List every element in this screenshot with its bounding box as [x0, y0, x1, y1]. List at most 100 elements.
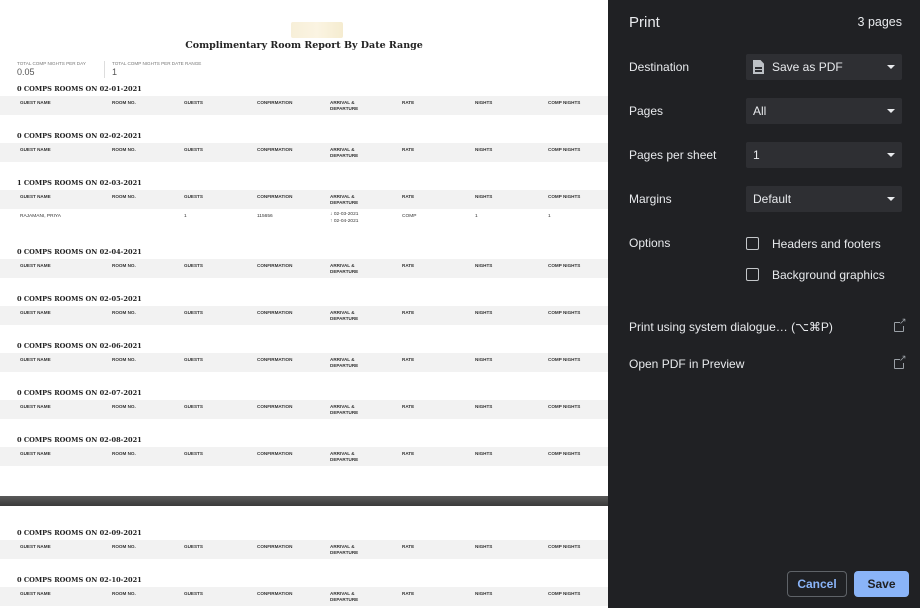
pages-per-sheet-select[interactable]: 1: [746, 142, 902, 168]
column-header: Nights: [475, 310, 493, 315]
print-preview-area: Complimentary Room Report By Date Range …: [0, 0, 608, 608]
column-header: Confirmation: [257, 263, 293, 268]
background-graphics-label: Background graphics: [772, 268, 885, 282]
column-header: Arrival & Departure: [330, 544, 359, 555]
section-title: 1 COMPS ROOMS ON 02-03-2021: [17, 179, 142, 187]
dropdown-caret-icon: [887, 65, 895, 69]
column-header: Confirmation: [257, 544, 293, 549]
column-header: Room No.: [112, 100, 136, 105]
column-header: Guests: [184, 404, 203, 409]
save-button[interactable]: Save: [854, 571, 909, 597]
column-header: Rate: [402, 100, 415, 105]
column-header: Room No.: [112, 544, 136, 549]
confirmation-cell: 115656: [257, 214, 273, 219]
comp-nights-cell: 1: [548, 214, 551, 219]
column-header: Guests: [184, 263, 203, 268]
nights-cell: 1: [475, 214, 478, 219]
pages-value: All: [753, 104, 767, 118]
column-header: Guest Name: [20, 100, 51, 105]
pages-select[interactable]: All: [746, 98, 902, 124]
column-header: Room No.: [112, 194, 136, 199]
column-header: Guests: [184, 194, 203, 199]
open-pdf-in-preview-link[interactable]: Open PDF in Preview: [629, 354, 907, 373]
column-header: Room No.: [112, 451, 136, 456]
section-title: 0 COMPS ROOMS ON 02-07-2021: [17, 389, 142, 397]
stat-comp-nights-per-range: Total Comp Nights Per Date Range 1: [112, 61, 202, 77]
column-header: Guest Name: [20, 263, 51, 268]
column-header: Rate: [402, 263, 415, 268]
page-count: 3 pages: [857, 15, 902, 29]
column-header: Guests: [184, 591, 203, 596]
column-header: Guest Name: [20, 147, 51, 152]
column-header: Rate: [402, 591, 415, 596]
column-header: Nights: [475, 591, 493, 596]
section-title: 0 COMPS ROOMS ON 02-10-2021: [17, 576, 142, 584]
arrival-departure-cell: ↓ 02-03-2021 ↑ 02-04-2021: [330, 211, 358, 225]
column-header: Guest Name: [20, 194, 51, 199]
column-header: Guests: [184, 147, 203, 152]
guests-cell: 1: [184, 214, 187, 219]
pages-per-sheet-label: Pages per sheet: [629, 148, 717, 162]
table-header-row: Guest Name Room No. Guests Confirmation Arri…: [0, 540, 608, 559]
destination-value: Save as PDF: [772, 60, 843, 74]
print-settings-panel: Print 3 pages Destination Save as PDF Pa…: [608, 0, 920, 608]
column-header: Room No.: [112, 591, 136, 596]
table-header-row: Guest Name Room No. Guests Confirmation Arri…: [0, 143, 608, 162]
section-title: 0 COMPS ROOMS ON 02-02-2021: [17, 132, 142, 140]
pages-label: Pages: [629, 104, 664, 118]
column-header: Confirmation: [257, 100, 293, 105]
system-dialog-link[interactable]: Print using system dialogue… (⌥⌘P): [629, 317, 907, 336]
rate-cell: COMP: [402, 214, 417, 219]
column-header: Guest Name: [20, 591, 51, 596]
column-header: Nights: [475, 357, 493, 362]
headers-footers-checkbox[interactable]: [746, 237, 759, 250]
stat-divider: [104, 61, 105, 78]
column-header: Rate: [402, 404, 415, 409]
cancel-button[interactable]: Cancel: [787, 571, 847, 597]
pages-per-sheet-value: 1: [753, 148, 760, 162]
guest-name-cell: RAJAMANI, PRIYA: [20, 214, 61, 219]
destination-label: Destination: [629, 60, 690, 74]
column-header: Comp Nights: [548, 263, 581, 268]
column-header: Guests: [184, 357, 203, 362]
column-header: Guest Name: [20, 310, 51, 315]
column-header: Rate: [402, 310, 415, 315]
headers-footers-label: Headers and footers: [772, 237, 881, 251]
column-header: Nights: [475, 404, 493, 409]
column-header: Guest Name: [20, 451, 51, 456]
column-header: Confirmation: [257, 591, 293, 596]
table-header-row: Guest Name Room No. Guests Confirmation Arri…: [0, 400, 608, 419]
background-graphics-option[interactable]: Background graphics: [746, 267, 896, 283]
column-header: Arrival & Departure: [330, 100, 359, 111]
column-header: Arrival & Departure: [330, 404, 359, 415]
open-pdf-link-text: Open PDF in Preview: [629, 357, 745, 371]
column-header: Guests: [184, 310, 203, 315]
column-header: Confirmation: [257, 147, 293, 152]
column-header: Guest Name: [20, 404, 51, 409]
dropdown-caret-icon: [887, 153, 895, 157]
margins-select[interactable]: Default: [746, 186, 902, 212]
column-header: Nights: [475, 544, 493, 549]
column-header: Comp Nights: [548, 147, 581, 152]
column-header: Arrival & Departure: [330, 263, 359, 274]
table-header-row: Guest Name Room No. Guests Confirmation Arri…: [0, 587, 608, 606]
system-dialog-link-text: Print using system dialogue… (⌥⌘P): [629, 320, 833, 334]
page-separator: [0, 496, 608, 506]
print-title: Print: [629, 14, 660, 31]
departure-date: 02-04-2021: [333, 219, 359, 224]
background-graphics-checkbox[interactable]: [746, 268, 759, 281]
column-header: Confirmation: [257, 310, 293, 315]
section-title: 0 COMPS ROOMS ON 02-08-2021: [17, 436, 142, 444]
open-external-icon: [894, 317, 907, 332]
column-header: Comp Nights: [548, 544, 581, 549]
column-header: Comp Nights: [548, 194, 581, 199]
column-header: Arrival & Departure: [330, 357, 359, 368]
section-title: 0 COMPS ROOMS ON 02-01-2021: [17, 85, 142, 93]
destination-select[interactable]: Save as PDF: [746, 54, 902, 80]
section-title: 0 COMPS ROOMS ON 02-09-2021: [17, 529, 142, 537]
headers-footers-option[interactable]: Headers and footers: [746, 236, 896, 252]
table-header-row: Guest Name Room No. Guests Confirmation Arri…: [0, 353, 608, 372]
column-header: Arrival & Departure: [330, 310, 359, 321]
column-header: Confirmation: [257, 451, 293, 456]
table-header-row: Guest Name Room No. Guests Confirmation Arri…: [0, 259, 608, 278]
